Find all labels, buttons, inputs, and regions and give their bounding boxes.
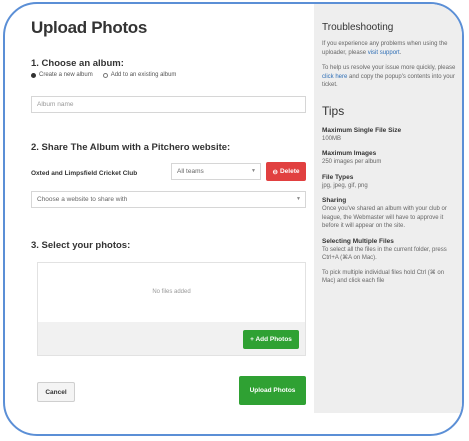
tip-sharing-heading: Sharing [322,197,347,204]
click-here-link[interactable]: click here [322,74,347,80]
chevron-down-icon: ▼ [251,168,256,174]
website-select[interactable]: Choose a website to share with ▼ [31,191,306,208]
tip-multiple-files-heading: Selecting Multiple Files [322,237,394,245]
step3-heading: 3. Select your photos: [31,240,131,251]
album-choice-radios: Create a new album Add to an existing al… [31,72,176,78]
cancel-button[interactable]: Cancel [37,382,75,402]
tip-max-file-size-heading: Maximum Single File Size [322,126,402,134]
radio-new-album[interactable] [31,72,36,78]
page-title: Upload Photos [31,18,148,37]
tip-max-images-value: 250 images per album [322,159,382,165]
tips-title: Tips [322,103,345,118]
album-name-input[interactable]: Album name [31,96,306,113]
teams-select-value: All teams [177,168,204,175]
troubleshooting-para-1-end: . [399,49,402,56]
visit-support-link[interactable]: visit support [368,50,400,56]
tip-multiple-files-value-2: To pick multiple individual files hold C… [322,269,445,285]
help-sidebar: Troubleshooting If you experience any pr… [314,4,462,413]
upload-dialog-frame: Upload Photos 1. Choose an album: Create… [3,2,464,436]
chevron-down-icon: ▼ [296,196,301,202]
club-name: Oxted and Limpsfield Cricket Club [31,170,138,177]
delete-button-label: Delete [279,168,300,175]
troubleshooting-title: Troubleshooting [322,22,394,33]
upload-main-panel: Upload Photos 1. Choose an album: Create… [31,4,311,434]
tip-multiple-files-value-1: To select all the files in the current f… [322,246,447,262]
step1-heading: 1. Choose an album: [31,58,124,69]
radio-existing-album[interactable] [102,72,108,78]
teams-select[interactable]: All teams ▼ [171,163,261,180]
radio-new-album-label[interactable]: Create a new album [39,72,93,78]
no-files-text: No files added [152,289,191,295]
tip-max-file-size-value: 100MB [322,135,342,142]
tip-file-types-heading: File Types [322,173,354,181]
troubleshooting-para-2: To help us resolve your issue more quick… [322,64,456,90]
troubleshooting-para-2-text: To help us resolve your issue more quick… [322,65,456,71]
troubleshooting-para-1: If you experience any problems when usin… [322,40,456,57]
tip-file-types-value: jpg, jpeg, gif, png [322,182,368,189]
delete-button[interactable]: ⊖ Delete [266,162,306,181]
add-photos-button[interactable]: + Add Photos [243,330,299,349]
website-select-value: Choose a website to share with [37,196,128,203]
radio-existing-album-label[interactable]: Add to an existing album [111,72,177,78]
tip-sharing-value: Once you've shared an album with your cl… [322,206,447,229]
minus-circle-icon: ⊖ [272,168,278,176]
tip-max-images-heading: Maximum Images [322,150,377,157]
upload-photos-button[interactable]: Upload Photos [239,376,306,405]
step2-heading: 2. Share The Album with a Pitchero websi… [31,142,231,153]
